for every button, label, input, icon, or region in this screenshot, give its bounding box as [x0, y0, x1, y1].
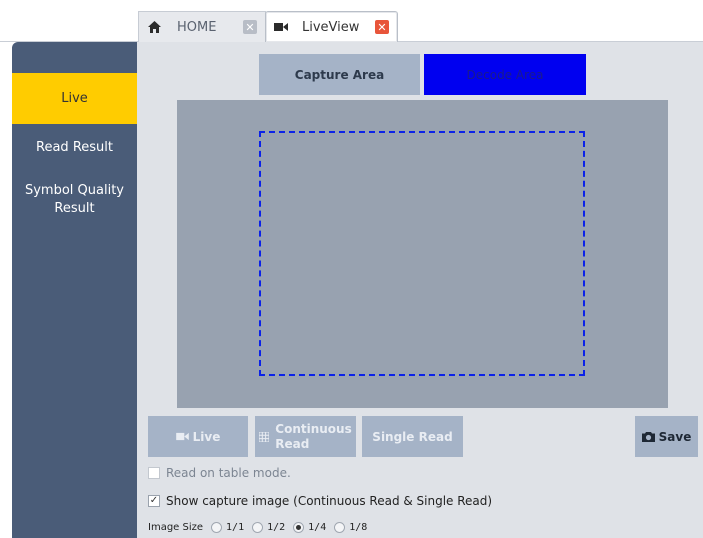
- tab-home[interactable]: HOME ✕: [138, 11, 266, 42]
- continuous-read-label-line2: Read: [275, 436, 310, 451]
- sidebar: Live Read Result Symbol Quality Result: [12, 42, 137, 538]
- image-size-option-1-2[interactable]: 1/2: [248, 522, 285, 533]
- tab-home-close-icon[interactable]: ✕: [243, 20, 257, 34]
- home-icon: [145, 18, 163, 36]
- image-size-option-1-4[interactable]: 1/4: [289, 522, 326, 533]
- tab-liveview[interactable]: LiveView ✕: [265, 11, 398, 43]
- tab-liveview-close-icon[interactable]: ✕: [375, 20, 389, 34]
- continuous-read-label: Continuous Read: [275, 422, 351, 452]
- single-read-label: Single Read: [372, 429, 453, 444]
- tab-home-label: HOME: [177, 19, 217, 35]
- sidebar-item-read-result[interactable]: Read Result: [12, 139, 137, 157]
- show-capture-option[interactable]: ✓ Show capture image (Continuous Read & …: [148, 494, 492, 508]
- sidebar-item-read-result-label: Read Result: [36, 140, 113, 155]
- image-size-radio-1-2[interactable]: [252, 522, 264, 533]
- live-button-label: Live: [192, 429, 221, 444]
- live-image-viewer[interactable]: [177, 100, 668, 408]
- sidebar-item-live-label: Live: [61, 90, 88, 106]
- continuous-read-button[interactable]: Continuous Read: [255, 416, 356, 457]
- sidebar-item-symbol-quality[interactable]: Symbol Quality Result: [12, 182, 137, 218]
- image-size-option-1-8[interactable]: 1/8: [330, 522, 367, 533]
- image-size-option-label: 1/4: [308, 522, 327, 533]
- grid-icon: [259, 431, 270, 442]
- decode-area-rectangle[interactable]: [259, 131, 585, 376]
- tab-liveview-label: LiveView: [302, 19, 360, 35]
- save-button[interactable]: Save: [635, 416, 698, 457]
- image-size-option-label: 1/1: [226, 522, 245, 533]
- image-size-option-label: 1/2: [267, 522, 286, 533]
- image-size-selector: Image Size 1/1 1/2 1/4 1/8: [148, 522, 371, 533]
- image-size-radio-1-1[interactable]: [211, 522, 223, 533]
- show-capture-checkbox[interactable]: ✓: [148, 495, 160, 507]
- decode-area-button[interactable]: Decode Area: [424, 54, 586, 95]
- image-size-radio-1-8[interactable]: [334, 522, 346, 533]
- camera-icon: [641, 431, 655, 442]
- image-size-option-label: 1/8: [349, 522, 368, 533]
- image-size-label: Image Size: [148, 522, 204, 533]
- image-size-option-1-1[interactable]: 1/1: [207, 522, 244, 533]
- continuous-read-label-line1: Continuous: [275, 421, 352, 436]
- image-size-radio-1-4[interactable]: [293, 522, 305, 533]
- read-on-table-option[interactable]: Read on table mode.: [148, 466, 291, 480]
- live-button[interactable]: Live: [148, 416, 248, 457]
- capture-area-button[interactable]: Capture Area: [259, 54, 420, 95]
- show-capture-label: Show capture image (Continuous Read & Si…: [166, 494, 493, 508]
- sidebar-item-symbol-quality-label: Symbol Quality Result: [24, 183, 124, 216]
- single-read-button[interactable]: Single Read: [362, 416, 463, 457]
- video-camera-icon: [175, 432, 189, 441]
- tab-bar: HOME ✕ LiveView ✕: [0, 0, 703, 43]
- video-camera-icon: [272, 18, 290, 36]
- read-on-table-label: Read on table mode.: [166, 466, 291, 480]
- sidebar-item-live[interactable]: Live: [12, 73, 137, 124]
- save-button-label: Save: [658, 429, 692, 444]
- main-panel: Capture Area Decode Area Live Continuous…: [137, 42, 703, 538]
- read-on-table-checkbox[interactable]: [148, 467, 160, 479]
